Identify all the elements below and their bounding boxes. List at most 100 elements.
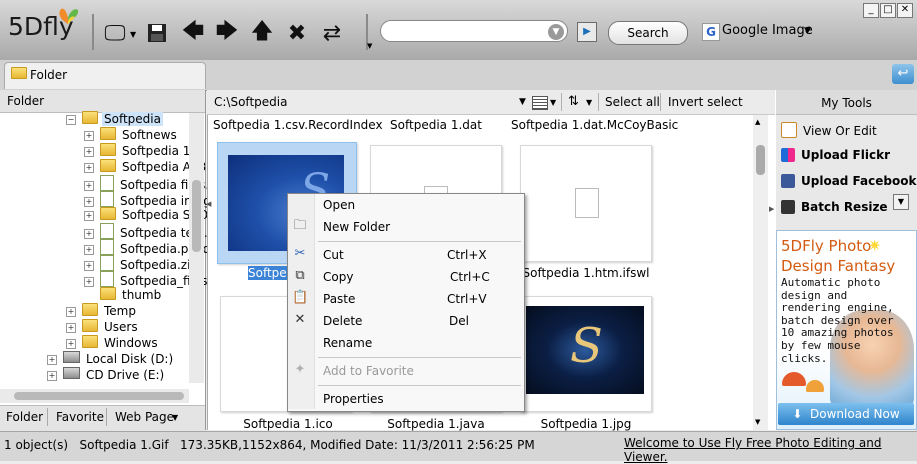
expand-icon[interactable]: + — [84, 211, 94, 221]
arrow-up-icon[interactable]: 🡅 — [247, 18, 277, 48]
menu-item-copy[interactable]: Copy — [323, 270, 353, 284]
tab-favorite[interactable]: Favorite — [56, 410, 104, 424]
collapse-left-arrow-icon[interactable]: ◀ — [206, 200, 211, 208]
tree-hscroll-thumb[interactable] — [14, 392, 184, 400]
tree-item[interactable]: + Users — [66, 319, 140, 335]
resize-icon — [781, 200, 795, 214]
menu-item-delete[interactable]: Delete — [323, 314, 362, 328]
expand-icon[interactable]: + — [84, 147, 94, 157]
menu-item-new-folder[interactable]: New Folder — [323, 220, 390, 234]
chevron-down-icon[interactable]: ▼ — [367, 42, 372, 50]
tab-web-page[interactable]: Web Page — [115, 410, 174, 424]
tree-item[interactable]: + CD Drive (E:) — [47, 367, 166, 383]
tool-batch-resize[interactable]: Batch Resize — [781, 200, 888, 214]
tool-upload-facebook[interactable]: Upload Facebook — [781, 174, 916, 188]
chevron-down-icon[interactable]: ▼ — [130, 30, 136, 39]
expand-icon[interactable]: + — [84, 277, 94, 287]
menu-item-cut[interactable]: Cut — [323, 248, 344, 262]
swirl-decoration-icon: S — [570, 318, 603, 374]
promo-title: 5DFly Photo — [781, 237, 872, 255]
close-x-icon[interactable]: ✖ — [282, 18, 312, 48]
expand-icon[interactable]: + — [66, 307, 76, 317]
sort-icon[interactable]: ⇅ — [568, 94, 579, 109]
menu-item-properties[interactable]: Properties — [323, 392, 384, 406]
address-combo-input[interactable] — [380, 20, 568, 42]
menu-item-paste[interactable]: Paste — [323, 292, 355, 306]
folder-icon — [82, 111, 98, 124]
expand-icon[interactable]: + — [84, 245, 94, 255]
menu-item-open[interactable]: Open — [323, 198, 355, 212]
thumbnail-caption: Softpedia 1.ico — [243, 417, 333, 431]
thumbnail-caption: Softpedia 1.csv.RecordIndex — [213, 118, 383, 132]
tree-item[interactable]: + Windows — [66, 335, 160, 351]
arrow-right-icon[interactable]: 🡆 — [212, 18, 242, 48]
tool-view-or-edit[interactable]: View Or Edit — [781, 122, 877, 138]
chevron-down-icon[interactable]: ▼ — [548, 24, 564, 40]
star-icon: ✦ — [294, 362, 306, 377]
tool-upload-flickr[interactable]: Upload Flickr — [781, 148, 890, 162]
invert-select-button[interactable]: Invert select — [668, 95, 743, 109]
select-all-button[interactable]: Select all — [605, 95, 660, 109]
main-scroll-thumb[interactable] — [756, 145, 765, 175]
expand-icon[interactable]: + — [47, 371, 57, 381]
tree-item[interactable]: + Softpedia.zip — [84, 255, 200, 272]
monitor-icon[interactable]: 🖵 — [100, 18, 130, 48]
tab-folder-bottom[interactable]: Folder — [6, 410, 43, 424]
chevron-down-icon[interactable]: ▼ — [804, 26, 811, 36]
new-folder-icon: 🗀 — [293, 218, 307, 233]
tree-scroll-thumb[interactable] — [192, 180, 201, 252]
current-path[interactable]: C:\Softpedia — [214, 95, 287, 109]
menu-separator — [318, 241, 521, 242]
flickr-icon — [781, 148, 795, 162]
chevron-down-icon[interactable]: ▼ — [519, 97, 526, 107]
maximize-button[interactable]: □ — [880, 3, 896, 18]
expand-icon[interactable]: + — [66, 323, 76, 333]
tree-item[interactable]: + Local Disk (D:) — [47, 351, 175, 367]
go-arrow-icon[interactable]: ▶ — [577, 22, 597, 42]
refresh-icon[interactable]: ⇄ — [317, 18, 347, 48]
expand-icon[interactable]: + — [84, 131, 94, 141]
chevron-down-icon[interactable]: ▼ — [550, 98, 556, 107]
chevron-down-icon[interactable]: ▼ — [172, 413, 178, 422]
tree-item[interactable]: thumb — [100, 287, 163, 303]
expand-icon[interactable]: + — [84, 197, 94, 207]
chevron-down-icon[interactable]: ▼ — [586, 98, 592, 107]
tree-item[interactable]: − Softpedia — [66, 111, 163, 127]
thumbnail-caption: Softpedia 1.htm.ifswl — [522, 266, 650, 280]
search-button[interactable]: Search — [608, 21, 688, 45]
document-icon — [575, 188, 599, 218]
thumbnail-caption: Softpedia 1.jpg — [540, 417, 632, 431]
return-arrow-icon[interactable]: ↩ — [892, 64, 914, 84]
save-icon[interactable] — [142, 18, 172, 48]
scroll-down-icon[interactable]: ▼ — [755, 418, 760, 426]
expand-icon[interactable]: + — [84, 163, 94, 173]
view-mode-icon[interactable] — [532, 96, 548, 110]
expand-icon[interactable]: + — [84, 229, 94, 239]
thumbnail-caption-selected: Softpe — [248, 266, 287, 280]
menu-item-rename[interactable]: Rename — [323, 336, 372, 350]
expand-icon[interactable]: + — [66, 339, 76, 349]
facebook-icon — [781, 174, 795, 188]
folder-icon — [82, 335, 98, 348]
close-window-button[interactable]: ✕ — [897, 3, 913, 18]
download-now-button[interactable]: ⬇ Download Now — [778, 403, 914, 425]
scroll-up-icon[interactable]: ▲ — [755, 118, 760, 126]
collapse-icon[interactable]: − — [66, 115, 76, 125]
thumbnail-caption: Softpedia 1.dat — [390, 118, 482, 132]
minimize-button[interactable]: _ — [863, 3, 879, 18]
expand-icon[interactable]: + — [84, 261, 94, 271]
google-icon[interactable]: G — [702, 23, 720, 41]
thumbnail-caption: Softpedia 1.dat.McCoyBasic — [511, 118, 679, 132]
promo-description: Automatic photo design and rendering eng… — [781, 276, 894, 365]
tree-item[interactable]: + Softpedia 1 — [84, 143, 192, 159]
chevron-down-icon[interactable]: ▼ — [893, 194, 909, 210]
tree-item[interactable]: + Temp — [66, 303, 138, 319]
arrow-left-icon[interactable]: 🡄 — [178, 18, 208, 48]
google-image-label[interactable]: Google Image — [722, 23, 813, 38]
tree-item[interactable]: + Softnews — [84, 127, 179, 143]
menu-separator — [318, 357, 521, 358]
expand-icon[interactable]: + — [84, 181, 94, 191]
expand-icon[interactable]: + — [47, 355, 57, 365]
menu-separator — [318, 385, 521, 386]
collapse-right-arrow-icon[interactable]: ▶ — [769, 205, 774, 213]
